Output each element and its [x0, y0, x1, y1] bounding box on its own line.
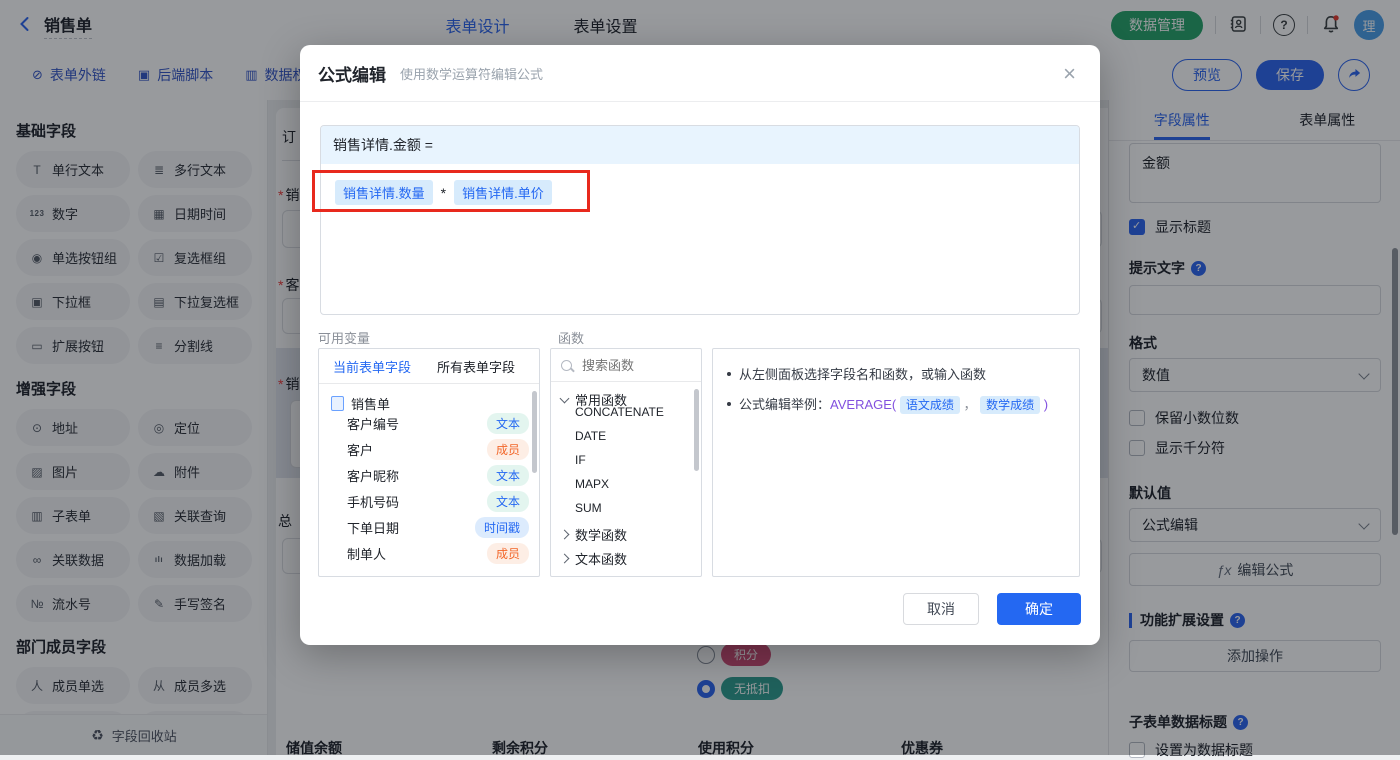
variables-panel: 当前表单字段 所有表单字段 销售单 客户编号文本 客户成员 客户昵称文本 手机号…: [318, 348, 540, 577]
example-arg-chip: 语文成绩: [900, 396, 960, 414]
function-item-concatenate[interactable]: CONCATENATE: [575, 405, 664, 419]
function-search-row: [551, 349, 701, 382]
type-badge: 文本: [487, 465, 529, 486]
search-icon: [561, 360, 572, 371]
tips-panel: 从左侧面板选择字段名和函数，或输入函数 公式编辑举例：AVERAGE( 语文成绩…: [712, 348, 1080, 577]
tip-line-1: 从左侧面板选择字段名和函数，或输入函数: [727, 365, 1065, 385]
formula-editor[interactable]: 销售详情.金额 = 销售详情.数量 * 销售详情.单价: [320, 125, 1080, 315]
example-arg-chip: 数学成绩: [980, 396, 1040, 414]
function-name-example: AVERAGE(: [830, 397, 896, 412]
annotation-red-box: [312, 170, 590, 212]
variables-root-row[interactable]: 销售单: [331, 394, 539, 413]
caret-right-icon: [560, 554, 570, 564]
tip-line-2: 公式编辑举例：AVERAGE( 语文成绩 ， 数学成绩 ): [727, 395, 1065, 415]
document-icon: [331, 396, 344, 411]
tab-current-form-fields[interactable]: 当前表单字段: [333, 357, 411, 376]
root-form-name: 销售单: [351, 394, 390, 413]
variables-tabs: 当前表单字段 所有表单字段: [319, 349, 539, 384]
function-search-input[interactable]: [580, 357, 684, 374]
function-item-if[interactable]: IF: [575, 453, 586, 467]
modal-subtitle: 使用数学运算符编辑公式: [400, 64, 543, 83]
variable-row[interactable]: 客户昵称文本: [347, 465, 529, 486]
modal-header: 公式编辑 使用数学运算符编辑公式: [318, 61, 543, 86]
function-item-sum[interactable]: SUM: [575, 501, 602, 515]
type-badge: 文本: [487, 491, 529, 512]
variables-label: 可用变量: [318, 328, 370, 347]
type-badge: 时间戳: [475, 517, 529, 538]
tab-all-form-fields[interactable]: 所有表单字段: [437, 357, 515, 376]
function-group-math[interactable]: 数学函数: [561, 525, 627, 544]
modal-header-divider: [300, 101, 1100, 102]
variable-row[interactable]: 手机号码文本: [347, 491, 529, 512]
bullet-icon: [727, 372, 731, 376]
group-label: 文本函数: [575, 549, 627, 568]
modal-title: 公式编辑: [318, 61, 386, 86]
caret-down-icon: [560, 394, 570, 404]
tip-example: 公式编辑举例：AVERAGE( 语文成绩 ， 数学成绩 ): [739, 395, 1048, 415]
variable-row[interactable]: 客户编号文本: [347, 413, 529, 434]
functions-scrollbar[interactable]: [694, 389, 699, 471]
formula-target-row: 销售详情.金额 =: [321, 126, 1079, 164]
group-label: 数学函数: [575, 525, 627, 544]
bullet-icon: [727, 402, 731, 406]
variable-row[interactable]: 客户成员: [347, 439, 529, 460]
functions-panel: 常用函数 CONCATENATE DATE IF MAPX SUM 数学函数 文…: [550, 348, 702, 577]
function-group-text[interactable]: 文本函数: [561, 549, 627, 568]
type-badge: 成员: [487, 543, 529, 564]
variable-row[interactable]: 下单日期时间戳: [347, 517, 529, 538]
formula-editor-modal: 公式编辑 使用数学运算符编辑公式 × 销售详情.金额 = 销售详情.数量 * 销…: [300, 45, 1100, 645]
tip-text: 从左侧面板选择字段名和函数，或输入函数: [739, 365, 986, 385]
close-icon[interactable]: ×: [1063, 63, 1076, 85]
formula-target: 销售详情.金额 =: [333, 135, 433, 155]
cancel-button[interactable]: 取消: [903, 593, 979, 625]
caret-right-icon: [560, 530, 570, 540]
functions-label: 函数: [558, 328, 584, 347]
variables-scrollbar[interactable]: [532, 391, 537, 473]
confirm-button[interactable]: 确定: [997, 593, 1081, 625]
function-item-mapx[interactable]: MAPX: [575, 477, 609, 491]
type-badge: 成员: [487, 439, 529, 460]
function-item-date[interactable]: DATE: [575, 429, 606, 443]
variable-row[interactable]: 制单人成员: [347, 543, 529, 564]
type-badge: 文本: [487, 413, 529, 434]
